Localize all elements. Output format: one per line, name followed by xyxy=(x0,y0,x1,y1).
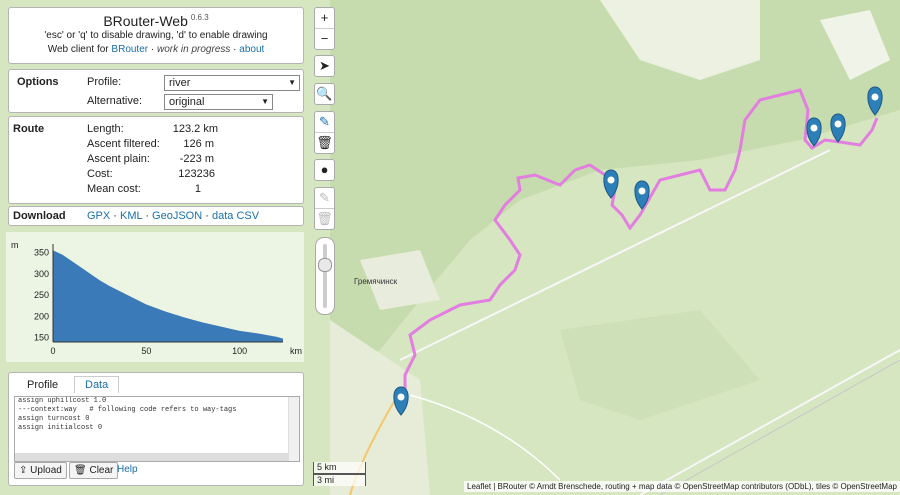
map-attribution: Leaflet | BRouter © Arndt Brenschede, ro… xyxy=(464,481,900,492)
zoom-in-button[interactable]: + xyxy=(315,8,334,29)
search-control: 🔍 xyxy=(314,83,335,105)
alternative-label: Alternative: xyxy=(87,95,143,107)
trash-icon[interactable]: 🗑 xyxy=(315,209,334,229)
code-line: assign initialcost 0 xyxy=(18,424,103,432)
profile-label: Profile: xyxy=(87,76,122,88)
download-heading: Download xyxy=(13,210,66,222)
zoom-control: + − xyxy=(314,7,335,50)
code-line: assign uphillcost 1.0 xyxy=(18,397,107,405)
data-panel: Profile Data assign uphillcost 1.0 ---co… xyxy=(8,372,304,486)
y-tick-label: 300 xyxy=(34,269,49,279)
route-panel: Route Length: 123.2 km Ascent filtered: … xyxy=(8,116,304,204)
slider-track xyxy=(323,244,327,308)
subtitle-sep: · xyxy=(150,44,155,55)
tab-profile[interactable]: Profile xyxy=(27,379,58,391)
mean-cost-label: Mean cost: xyxy=(87,183,141,195)
app-subtitle: Web client for BRouter · work in progres… xyxy=(9,43,303,57)
help-link[interactable]: Help xyxy=(117,464,138,475)
edit-icon[interactable]: ✎ xyxy=(315,188,334,209)
drawing-hint: 'esc' or 'q' to disable drawing, 'd' to … xyxy=(44,30,268,41)
x-tick-label: 0 xyxy=(50,346,55,356)
y-tick-label: 200 xyxy=(34,311,49,321)
x-axis-label: km xyxy=(290,346,302,356)
cost-value: 123236 xyxy=(178,168,215,180)
title-panel: BRouter-Web 0.6.3 'esc' or 'q' to disable… xyxy=(8,7,304,64)
download-panel: Download GPX · KML · GeoJSON · data CSV xyxy=(8,206,304,226)
pencil-icon[interactable]: ✎ xyxy=(315,112,334,133)
y-axis-label: m xyxy=(11,240,19,250)
record-control: ● xyxy=(314,159,335,181)
scale-km: 5 km xyxy=(313,462,366,474)
draw-control: ✎ 🗑 xyxy=(314,111,335,154)
gpx-link[interactable]: GPX xyxy=(87,210,110,222)
route-heading: Route xyxy=(13,123,45,135)
subtitle-sep-2: · xyxy=(233,44,237,55)
code-line: assign turncost 0 xyxy=(18,415,90,423)
edit-control: ✎ 🗑 xyxy=(314,187,335,230)
trash-icon[interactable]: 🗑 xyxy=(315,133,334,153)
horizontal-scrollbar[interactable] xyxy=(15,453,289,461)
profile-select-value: river xyxy=(169,77,191,89)
brouter-link[interactable]: BRouter xyxy=(111,44,148,55)
work-in-progress-text: work in progress xyxy=(157,44,231,55)
locate-icon[interactable]: ➤ xyxy=(315,56,334,76)
slider-handle[interactable] xyxy=(318,258,332,272)
options-heading: Options xyxy=(17,76,59,88)
app-title: BRouter-Web 0.6.3 xyxy=(9,13,303,29)
scale-mi: 3 mi xyxy=(313,474,366,486)
opacity-slider[interactable] xyxy=(315,237,335,315)
route-length-label: Length: xyxy=(87,123,124,135)
chevron-down-icon: ▼ xyxy=(261,97,269,106)
alternative-select-value: original xyxy=(169,96,205,108)
elevation-area xyxy=(53,250,283,342)
upload-icon: ⇪ xyxy=(19,465,28,476)
town-label: Гремячинск xyxy=(354,277,398,286)
data-csv-link[interactable]: data CSV xyxy=(212,210,259,222)
x-tick-label: 50 xyxy=(141,346,151,356)
upload-button[interactable]: ⇪ Upload xyxy=(14,462,67,479)
clear-label: Clear xyxy=(89,465,114,476)
ascent-plain-label: Ascent plain: xyxy=(87,153,150,165)
app-version: 0.6.3 xyxy=(190,13,209,23)
elevation-chart[interactable]: 350 300 250 200 150 0 50 100 km m xyxy=(6,232,304,362)
download-sep: · xyxy=(145,210,149,222)
route-length-value: 123.2 km xyxy=(172,123,218,135)
mean-cost-value: 1 xyxy=(194,183,201,195)
subtitle-prefix: Web client for xyxy=(47,44,109,55)
scale-bar: 5 km 3 mi xyxy=(313,462,366,486)
y-tick-label: 150 xyxy=(34,333,49,343)
y-tick-label: 250 xyxy=(34,290,49,300)
code-line: ---context:way # following code refers t… xyxy=(18,406,237,414)
kml-link[interactable]: KML xyxy=(120,210,142,222)
upload-label: Upload xyxy=(30,465,62,476)
elevation-chart-svg: 350 300 250 200 1500 50 100 km m xyxy=(11,240,302,356)
app-title-text: BRouter-Web xyxy=(103,13,188,29)
trash-icon: 🗑 xyxy=(74,465,87,476)
about-link[interactable]: about xyxy=(239,44,264,55)
zoom-out-button[interactable]: − xyxy=(315,29,334,49)
chevron-down-icon: ▼ xyxy=(288,78,296,87)
download-sep: · xyxy=(205,210,209,222)
record-icon[interactable]: ● xyxy=(315,160,334,180)
ascent-plain-value: -223 m xyxy=(179,153,214,165)
vertical-scrollbar[interactable] xyxy=(288,397,299,461)
geojson-link[interactable]: GeoJSON xyxy=(152,210,202,222)
y-tick-label: 350 xyxy=(34,248,49,258)
alternative-select[interactable]: original ▼ xyxy=(164,94,273,110)
search-icon[interactable]: 🔍 xyxy=(315,84,334,104)
ascent-filtered-value: 126 m xyxy=(183,138,214,150)
profile-code-textarea[interactable]: assign uphillcost 1.0 ---context:way # f… xyxy=(14,396,300,462)
download-sep: · xyxy=(113,210,117,222)
x-tick-label: 100 xyxy=(232,346,247,356)
profile-select[interactable]: river ▼ xyxy=(164,75,300,91)
tab-data[interactable]: Data xyxy=(74,376,120,393)
clear-button[interactable]: 🗑 Clear xyxy=(69,462,119,479)
cost-label: Cost: xyxy=(87,168,113,180)
options-panel: Options Profile: river ▼ Alternative: or… xyxy=(8,69,304,113)
locate-control: ➤ xyxy=(314,55,335,77)
download-links: GPX · KML · GeoJSON · data CSV xyxy=(87,210,259,222)
